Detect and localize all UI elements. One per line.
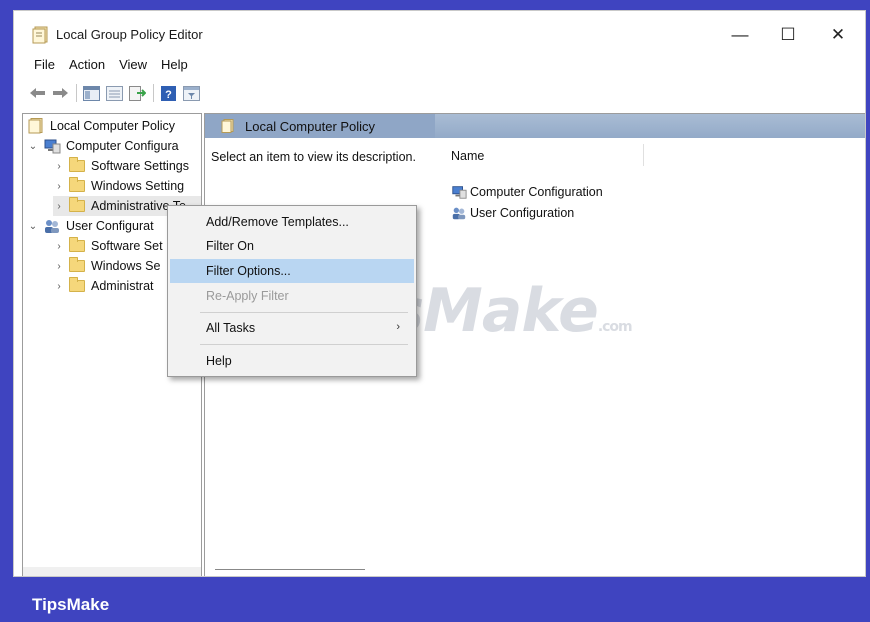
minimize-button[interactable]: — — [718, 21, 762, 49]
context-menu: Add/Remove Templates... Filter On Filter… — [167, 205, 417, 377]
menu-separator — [200, 312, 408, 313]
chevron-right-icon[interactable]: › — [53, 201, 65, 212]
tree-item-user-administrative-templates[interactable]: › Administrat — [53, 276, 154, 296]
chevron-right-icon[interactable]: › — [53, 181, 65, 192]
menu-item-filter-on[interactable]: Filter On — [170, 234, 414, 258]
help-icon: ? — [161, 85, 176, 101]
view-tabs[interactable] — [215, 569, 365, 576]
folder-icon — [69, 257, 85, 272]
submenu-arrow-icon: › — [396, 321, 400, 333]
menu-item-help[interactable]: Help — [170, 349, 414, 373]
policy-document-icon — [221, 119, 234, 133]
menu-item-all-tasks[interactable]: All Tasks › — [170, 316, 414, 340]
menu-item-label: Help — [206, 354, 232, 368]
policy-editor-icon — [32, 26, 48, 44]
folder-icon — [69, 237, 85, 252]
folder-icon — [69, 177, 85, 192]
folder-icon — [69, 197, 85, 212]
list-item-computer-configuration[interactable]: Computer Configuration — [451, 183, 603, 201]
menu-view[interactable]: View — [119, 57, 147, 75]
properties-button[interactable] — [105, 84, 124, 103]
tree-root-label: Local Computer Policy — [50, 119, 176, 133]
menu-item-label: Filter On — [206, 239, 254, 253]
tree-item-user-windows-settings[interactable]: › Windows Se — [53, 256, 160, 276]
menu-help[interactable]: Help — [161, 57, 188, 75]
horizontal-scrollbar[interactable] — [23, 567, 201, 576]
footer-brand: TipsMake — [32, 595, 110, 614]
chevron-right-icon[interactable]: › — [53, 161, 65, 172]
users-icon — [452, 207, 466, 220]
folder-icon — [69, 277, 85, 292]
computer-icon — [44, 139, 61, 154]
description-text: Select an item to view its description. — [211, 150, 416, 164]
tree-item-user-software-settings[interactable]: › Software Set — [53, 236, 163, 256]
help-button[interactable]: ? — [159, 84, 178, 103]
details-header-title: Local Computer Policy — [245, 119, 376, 134]
tree-item-windows-settings[interactable]: › Windows Setting — [53, 176, 184, 196]
policy-document-icon — [28, 118, 43, 134]
tree-item-user-configuration[interactable]: ⌄ User Configurat — [27, 216, 154, 236]
tree-item-label: Windows Se — [91, 259, 161, 273]
menu-item-add-remove-templates[interactable]: Add/Remove Templates... — [170, 210, 414, 234]
computer-icon — [452, 186, 467, 199]
title-bar: Local Group Policy Editor — ☐ ✕ — [14, 11, 865, 55]
chevron-down-icon[interactable]: ⌄ — [27, 221, 39, 232]
menu-action[interactable]: Action — [69, 57, 105, 75]
filter-icon — [183, 85, 200, 101]
chevron-down-icon[interactable]: ⌄ — [27, 141, 39, 152]
tree-root[interactable]: Local Computer Policy — [27, 116, 175, 136]
properties-icon — [106, 85, 123, 101]
forward-button[interactable] — [51, 84, 70, 103]
menu-item-label: Add/Remove Templates... — [206, 215, 349, 229]
menu-item-reapply-filter: Re-Apply Filter — [170, 284, 414, 308]
chevron-right-icon[interactable]: › — [53, 261, 65, 272]
footer-bar: TipsMake — [0, 585, 870, 622]
show-hide-tree-icon — [83, 85, 100, 101]
menu-separator — [200, 344, 408, 345]
tree-item-label: Administrat — [91, 279, 154, 293]
toolbar: ? — [28, 82, 205, 104]
menu-item-filter-options[interactable]: Filter Options... — [170, 259, 414, 283]
tree-item-software-settings[interactable]: › Software Settings — [53, 156, 189, 176]
list-item-label: Computer Configuration — [470, 185, 603, 199]
window-title: Local Group Policy Editor — [56, 27, 203, 42]
chevron-right-icon[interactable]: › — [53, 281, 65, 292]
filter-button[interactable] — [182, 84, 201, 103]
export-list-icon — [129, 85, 146, 101]
menu-item-label: Re-Apply Filter — [206, 289, 289, 303]
watermark-suffix: .com — [597, 319, 633, 335]
list-item-user-configuration[interactable]: User Configuration — [451, 204, 574, 222]
toolbar-separator — [153, 84, 154, 102]
back-arrow-icon — [30, 88, 45, 98]
list-item-label: User Configuration — [470, 206, 575, 220]
menu-item-label: All Tasks — [206, 321, 256, 335]
details-header: Local Computer Policy — [205, 114, 865, 138]
folder-icon — [69, 157, 85, 172]
menu-bar: File Action View Help — [34, 57, 202, 75]
close-icon: ✕ — [830, 25, 846, 44]
column-separator[interactable] — [643, 144, 644, 166]
export-list-button[interactable] — [128, 84, 147, 103]
tree-item-label: Software Set — [91, 239, 163, 253]
show-hide-tree-button[interactable] — [82, 84, 101, 103]
tree-item-label: User Configurat — [66, 219, 154, 233]
maximize-icon: ☐ — [780, 25, 796, 44]
forward-arrow-icon — [53, 88, 68, 98]
users-icon — [45, 220, 59, 233]
close-button[interactable]: ✕ — [816, 21, 860, 49]
chevron-right-icon[interactable]: › — [53, 241, 65, 252]
tree-item-computer-configuration[interactable]: ⌄ Computer Configura — [27, 136, 179, 156]
tree-item-label: Windows Setting — [91, 179, 185, 193]
maximize-button[interactable]: ☐ — [766, 21, 810, 49]
minimize-icon: — — [731, 25, 749, 44]
tree-item-label: Software Settings — [91, 159, 189, 173]
toolbar-separator — [76, 84, 77, 102]
svg-text:?: ? — [165, 89, 172, 101]
tree-item-label: Computer Configura — [66, 139, 179, 153]
menu-file[interactable]: File — [34, 57, 55, 75]
back-button[interactable] — [28, 84, 47, 103]
column-header-name[interactable]: Name — [451, 149, 484, 163]
menu-item-label: Filter Options... — [206, 264, 291, 278]
